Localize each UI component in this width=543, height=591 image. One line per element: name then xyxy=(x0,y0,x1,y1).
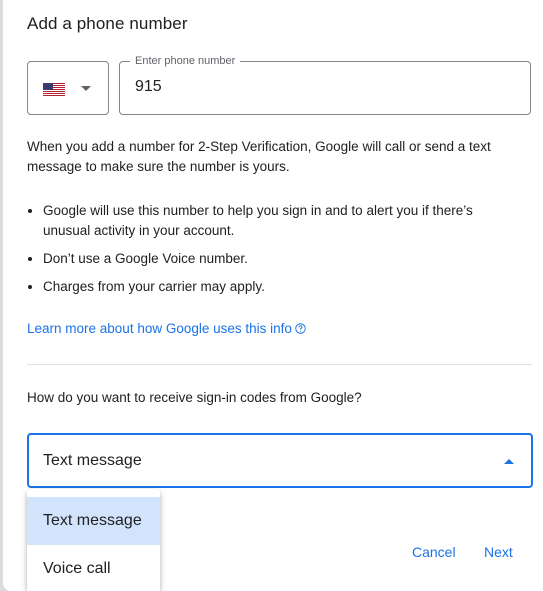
code-method-question: How do you want to receive sign-in codes… xyxy=(27,390,362,405)
info-bullet: Don’t use a Google Voice number. xyxy=(43,249,513,269)
phone-number-input[interactable] xyxy=(135,78,515,96)
code-method-select[interactable]: Text message xyxy=(27,433,533,488)
info-bullet: Google will use this number to help you … xyxy=(43,201,513,241)
phone-number-field[interactable]: Enter phone number xyxy=(119,55,531,115)
caret-up-icon xyxy=(504,459,514,464)
learn-more-label: Learn more about how Google uses this in… xyxy=(27,321,292,336)
code-method-dropdown-menu: Text message Voice call xyxy=(27,489,160,591)
caret-down-icon xyxy=(81,86,91,91)
code-method-selected-value: Text message xyxy=(43,452,142,469)
country-code-select[interactable] xyxy=(27,61,109,115)
add-phone-dialog: Add a phone number Enter phone number Wh… xyxy=(3,0,543,591)
option-text-message[interactable]: Text message xyxy=(27,497,160,545)
section-divider xyxy=(27,364,532,365)
learn-more-link[interactable]: Learn more about how Google uses this in… xyxy=(27,321,306,336)
phone-number-label: Enter phone number xyxy=(130,55,241,67)
info-bullet-list: Google will use this number to help you … xyxy=(27,201,513,305)
us-flag-icon xyxy=(43,83,65,96)
help-circle-icon xyxy=(295,323,306,334)
dialog-title: Add a phone number xyxy=(27,14,188,33)
option-voice-call[interactable]: Voice call xyxy=(27,545,160,591)
cancel-button[interactable]: Cancel xyxy=(412,544,456,560)
next-button[interactable]: Next xyxy=(484,544,513,560)
intro-text: When you add a number for 2-Step Verific… xyxy=(27,139,491,174)
info-bullet: Charges from your carrier may apply. xyxy=(43,277,513,297)
